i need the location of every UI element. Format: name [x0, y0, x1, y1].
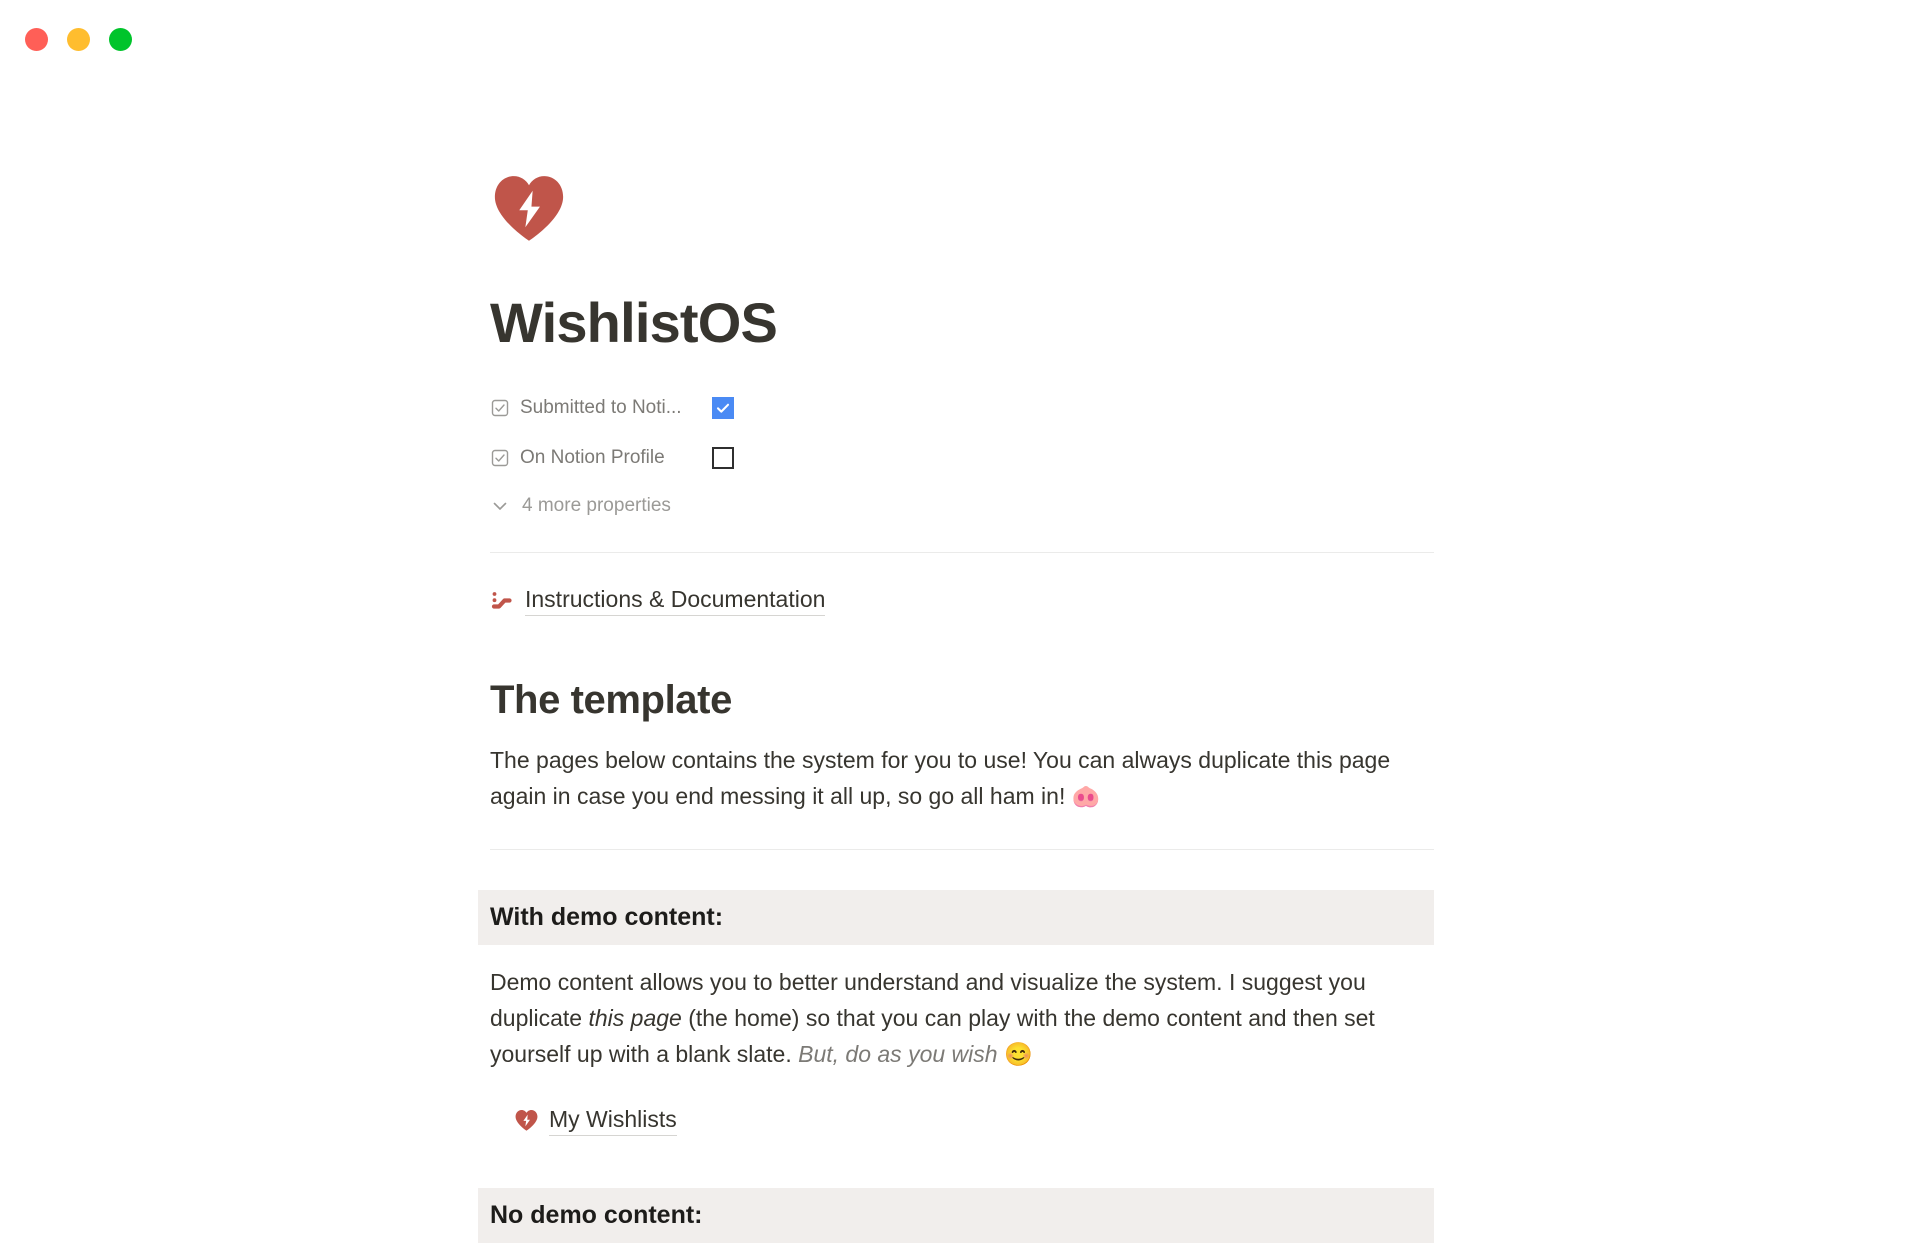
heart-bolt-icon[interactable] [490, 170, 568, 248]
page-content-column: WishlistOS Submitted to Noti... On Notio… [478, 74, 1434, 1243]
band-heading-with-demo-content: With demo content: [478, 890, 1434, 946]
property-name: Submitted to Noti... [520, 396, 682, 418]
property-checkbox-on-notion-profile[interactable] [712, 446, 734, 469]
more-properties-toggle[interactable]: 4 more properties [490, 492, 1434, 520]
property-name: On Notion Profile [520, 446, 665, 468]
property-row-submitted-to-notion[interactable]: Submitted to Noti... [490, 388, 1434, 428]
property-label-group: On Notion Profile [490, 447, 712, 469]
smiling-face-emoji: 😊 [997, 1040, 1033, 1067]
with-demo-italic-this-page: this page [588, 1004, 682, 1031]
with-demo-paragraph: Demo content allows you to better unders… [490, 965, 1434, 1073]
divider [490, 551, 1434, 553]
window-titlebar [0, 0, 1920, 74]
close-window-button[interactable] [25, 28, 48, 51]
heart-bolt-icon [514, 1108, 539, 1133]
minimize-window-button[interactable] [67, 28, 90, 51]
pig-nose-emoji: 🐽 [1071, 783, 1101, 810]
escalator-icon [490, 588, 515, 613]
intro-paragraph: The pages below contains the system for … [490, 743, 1434, 815]
page-link-instructions-documentation[interactable]: Instructions & Documentation [490, 585, 1434, 617]
maximize-window-button[interactable] [109, 28, 132, 51]
page-link-label: My Wishlists [549, 1105, 677, 1137]
divider [490, 849, 1434, 851]
band-heading-no-demo-content: No demo content: [478, 1188, 1434, 1243]
intro-paragraph-text: The pages below contains the system for … [490, 747, 1391, 810]
page-title[interactable]: WishlistOS [490, 292, 1434, 354]
checkbox-property-icon [490, 398, 510, 418]
checkbox-property-icon [490, 448, 510, 468]
with-demo-italic-but-do-as-you-wish: But, do as you wish [798, 1040, 998, 1067]
more-properties-label: 4 more properties [522, 494, 671, 516]
property-checkbox-submitted[interactable] [712, 396, 734, 419]
section-heading-the-template: The template [490, 678, 732, 723]
page-link-label: Instructions & Documentation [525, 585, 826, 617]
page-link-my-wishlists[interactable]: My Wishlists [514, 1105, 1434, 1137]
notion-page: WishlistOS Submitted to Noti... On Notio… [0, 74, 1920, 1243]
property-row-on-notion-profile[interactable]: On Notion Profile [490, 438, 1434, 478]
page-properties: Submitted to Noti... On Notion Profile 4… [490, 388, 1434, 520]
chevron-down-icon [490, 496, 510, 516]
property-label-group: Submitted to Noti... [490, 397, 712, 419]
traffic-lights [25, 28, 132, 51]
